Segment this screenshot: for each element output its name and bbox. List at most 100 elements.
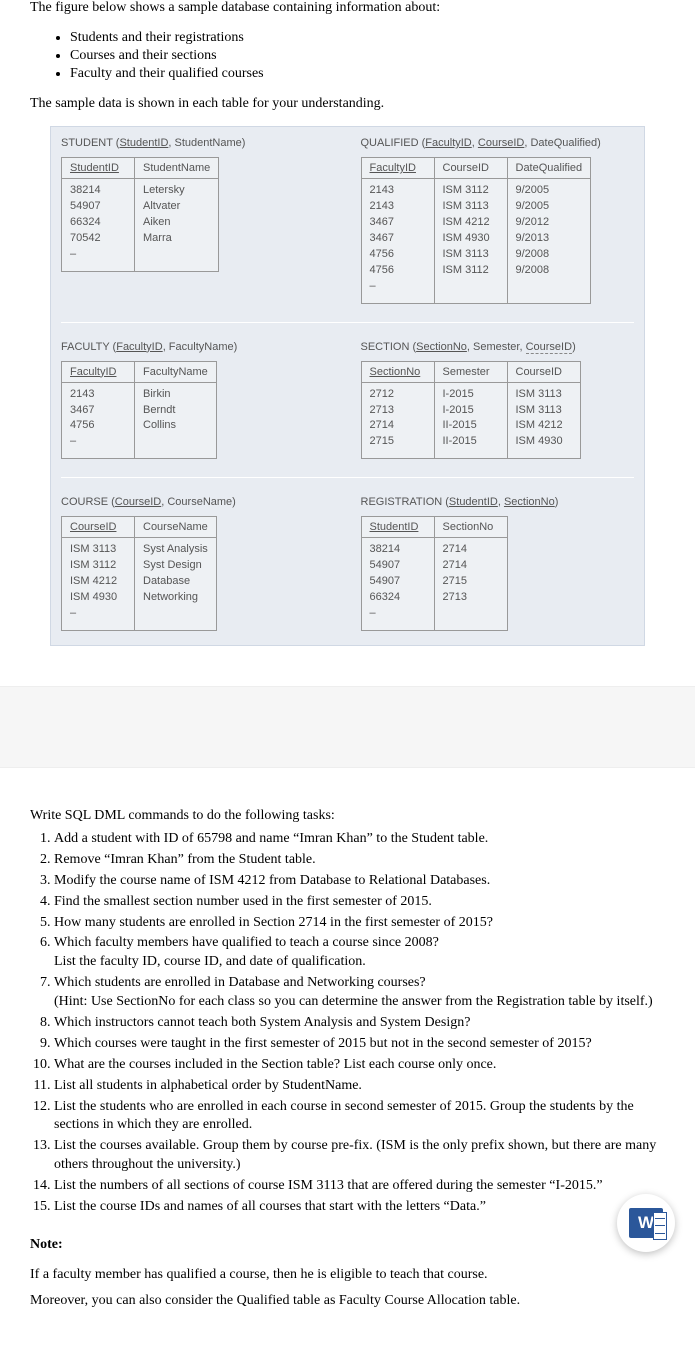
cell: 38214 xyxy=(70,183,126,199)
task-item: List the courses available. Group them b… xyxy=(54,1137,665,1175)
cell: – xyxy=(70,606,126,622)
document-page: The figure below shows a sample database… xyxy=(0,0,695,1349)
word-document-badge[interactable]: W xyxy=(617,1194,675,1252)
cell: 9/2012 xyxy=(516,215,583,231)
col-header: StudentID xyxy=(362,517,434,538)
cell: Altvater xyxy=(143,199,210,215)
qualified-table: FacultyID 2143 2143 3467 3467 4756 4756 … xyxy=(361,157,592,304)
cell: 9/2008 xyxy=(516,263,583,279)
cell: ISM 4930 xyxy=(443,231,499,247)
cell: 70542 xyxy=(70,231,126,247)
task-item: Which faculty members have qualified to … xyxy=(54,934,665,972)
cell: 4756 xyxy=(370,247,426,263)
cell: 4756 xyxy=(370,263,426,279)
col-header: SectionNo xyxy=(362,362,434,383)
cell: 3467 xyxy=(370,231,426,247)
note-paragraph: If a faculty member has qualified a cour… xyxy=(30,1267,665,1283)
section-table-card: SECTION (SectionNo, Semester, CourseID) … xyxy=(361,341,635,460)
cell: 3467 xyxy=(70,403,126,419)
cell: 9/2005 xyxy=(516,183,583,199)
col-header: Semester xyxy=(435,362,507,383)
cell: ISM 4930 xyxy=(516,434,572,450)
divider xyxy=(61,322,634,323)
cell: 2714 xyxy=(443,558,499,574)
cell: Database xyxy=(143,574,208,590)
cell: ISM 3112 xyxy=(70,558,126,574)
cell: ISM 4212 xyxy=(443,215,499,231)
cell: 38214 xyxy=(370,542,426,558)
cell: 2713 xyxy=(443,590,499,606)
student-table: StudentID 38214 54907 66324 70542 – Stud… xyxy=(61,157,219,272)
registration-table: StudentID 38214 54907 54907 66324 – Sect… xyxy=(361,516,508,631)
faculty-table: FacultyID 2143 3467 4756 – FacultyName B… xyxy=(61,361,217,460)
col-header: CourseID xyxy=(62,517,134,538)
col-header: StudentName xyxy=(135,158,218,179)
faculty-table-card: FACULTY (FacultyID, FacultyName) Faculty… xyxy=(61,341,335,460)
student-table-card: STUDENT (StudentID, StudentName) Student… xyxy=(61,137,335,304)
cell: ISM 4212 xyxy=(516,418,572,434)
bullet-item: Faculty and their qualified courses xyxy=(70,66,665,82)
note-heading: Note: xyxy=(30,1237,665,1253)
cell: ISM 3113 xyxy=(516,403,572,419)
cell: ISM 4212 xyxy=(70,574,126,590)
cell: ISM 3113 xyxy=(516,387,572,403)
cell: Aiken xyxy=(143,215,210,231)
course-table: CourseID ISM 3113 ISM 3112 ISM 4212 ISM … xyxy=(61,516,217,631)
task-item: Which students are enrolled in Database … xyxy=(54,974,665,1012)
divider xyxy=(61,477,634,478)
cell: Syst Analysis xyxy=(143,542,208,558)
student-title: STUDENT (StudentID, StudentName) xyxy=(61,137,335,149)
cell: 54907 xyxy=(370,574,426,590)
cell: 2714 xyxy=(370,418,426,434)
cell: 9/2008 xyxy=(516,247,583,263)
document-lines-icon xyxy=(653,1212,667,1240)
cell: 54907 xyxy=(70,199,126,215)
cell: 3467 xyxy=(370,215,426,231)
col-header: CourseID xyxy=(435,158,507,179)
cell: 2143 xyxy=(370,199,426,215)
cell: Networking xyxy=(143,590,208,606)
cell: – xyxy=(70,434,126,450)
task-item: Find the smallest section number used in… xyxy=(54,893,665,912)
task-item: List the students who are enrolled in ea… xyxy=(54,1098,665,1136)
task-item: Which instructors cannot teach both Syst… xyxy=(54,1014,665,1033)
cell: Birkin xyxy=(143,387,208,403)
task-item: Add a student with ID of 65798 and name … xyxy=(54,830,665,849)
col-header: FacultyName xyxy=(135,362,216,383)
cell: ISM 3112 xyxy=(443,263,499,279)
cell: Syst Design xyxy=(143,558,208,574)
task-item: List the course IDs and names of all cou… xyxy=(54,1198,665,1217)
task-item: What are the courses included in the Sec… xyxy=(54,1056,665,1075)
cell: 9/2005 xyxy=(516,199,583,215)
tasks-intro: Write SQL DML commands to do the followi… xyxy=(30,808,665,824)
course-table-card: COURSE (CourseID, CourseName) CourseID I… xyxy=(61,496,335,631)
cell: Berndt xyxy=(143,403,208,419)
cell: 2143 xyxy=(70,387,126,403)
word-icon: W xyxy=(629,1208,663,1238)
database-diagram: STUDENT (StudentID, StudentName) Student… xyxy=(50,126,645,646)
cell: Collins xyxy=(143,418,208,434)
cell: ISM 4930 xyxy=(70,590,126,606)
page-gap xyxy=(0,686,695,768)
task-item: Remove “Imran Khan” from the Student tab… xyxy=(54,851,665,870)
tasks-list: Add a student with ID of 65798 and name … xyxy=(54,830,665,1217)
faculty-title: FACULTY (FacultyID, FacultyName) xyxy=(61,341,335,353)
task-item: Modify the course name of ISM 4212 from … xyxy=(54,872,665,891)
course-title: COURSE (CourseID, CourseName) xyxy=(61,496,335,508)
cell: 2714 xyxy=(443,542,499,558)
section-title: SECTION (SectionNo, Semester, CourseID) xyxy=(361,341,635,353)
cell: 9/2013 xyxy=(516,231,583,247)
cell: ISM 3113 xyxy=(70,542,126,558)
cell: 2713 xyxy=(370,403,426,419)
cell: 66324 xyxy=(70,215,126,231)
col-header: SectionNo xyxy=(435,517,507,538)
qualified-title: QUALIFIED (FacultyID, CourseID, DateQual… xyxy=(361,137,635,149)
task-item: Which courses were taught in the first s… xyxy=(54,1035,665,1054)
sample-line: The sample data is shown in each table f… xyxy=(30,96,665,112)
note-paragraph: Moreover, you can also consider the Qual… xyxy=(30,1293,665,1309)
cell: 2715 xyxy=(370,434,426,450)
cell: 2712 xyxy=(370,387,426,403)
cell: II-2015 xyxy=(443,418,499,434)
cell: 66324 xyxy=(370,590,426,606)
cell: I-2015 xyxy=(443,403,499,419)
